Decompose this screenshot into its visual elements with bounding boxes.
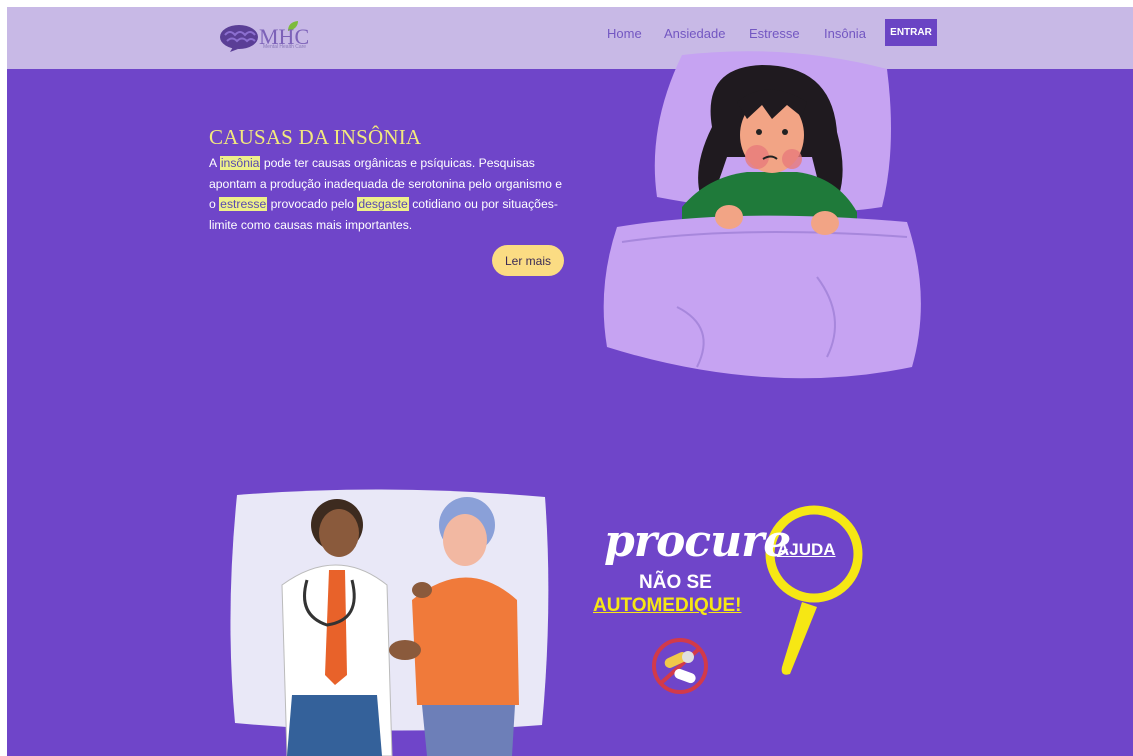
hero-text-part: provocado pelo <box>267 197 358 211</box>
automedique-text: AUTOMEDIQUE! <box>593 595 742 616</box>
hero-title: CAUSAS DA INSÔNIA <box>209 125 422 149</box>
doctor-patient-illustration <box>230 489 549 756</box>
highlight-estresse: estresse <box>219 197 268 211</box>
login-button[interactable]: ENTRAR <box>885 19 937 46</box>
insomnia-woman-illustration <box>603 51 921 379</box>
hero-paragraph: A insônia pode ter causas orgânicas e ps… <box>209 153 571 235</box>
no-pills-icon <box>652 638 708 694</box>
read-more-button[interactable]: Ler mais <box>492 245 564 276</box>
nav-ansiedade[interactable]: Ansiedade <box>664 26 725 41</box>
brain-logo-icon <box>220 25 258 52</box>
nav-home[interactable]: Home <box>607 26 642 41</box>
procure-text: procure <box>604 516 791 567</box>
nao-se-text: NÃO SE <box>639 572 712 593</box>
highlight-desgaste: desgaste <box>357 197 409 211</box>
page: MHC Mental Health Care Home Ansiedade Es… <box>7 7 1133 756</box>
nav-insonia[interactable]: Insônia <box>824 26 866 41</box>
site-logo[interactable]: MHC Mental Health Care <box>219 20 329 54</box>
ajuda-text: AJUDA <box>777 540 836 559</box>
top-navbar: MHC Mental Health Care Home Ansiedade Es… <box>7 7 1133 69</box>
hero-text-part: A <box>209 156 220 170</box>
highlight-insonia: insônia <box>219 156 261 170</box>
logo-subtitle: Mental Health Care <box>263 44 307 50</box>
nav-estresse[interactable]: Estresse <box>749 26 800 41</box>
